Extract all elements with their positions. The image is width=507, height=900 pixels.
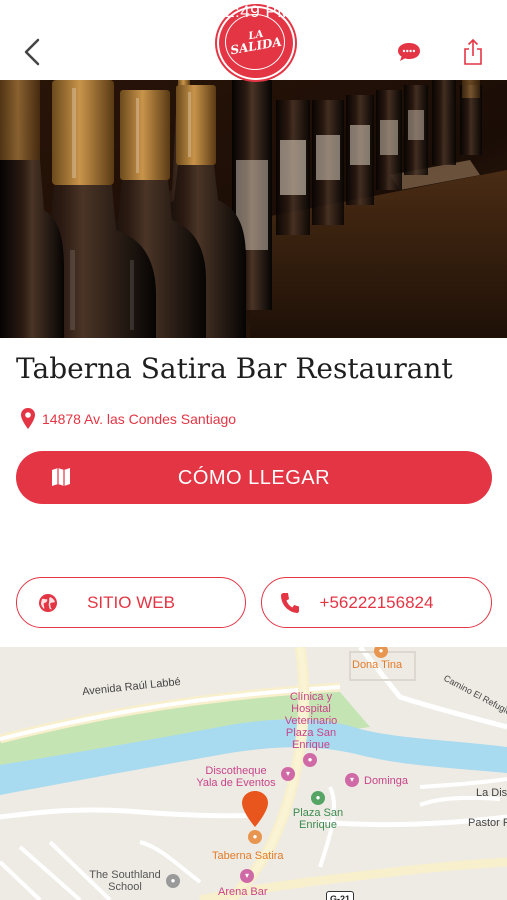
poi-label-line: Yala de Eventos (196, 777, 276, 789)
vet-poi-icon[interactable]: ● (303, 753, 317, 767)
venue-address-row[interactable]: 14878 Av. las Condes Santiago (20, 406, 236, 432)
venue-address: 14878 Av. las Condes Santiago (42, 411, 237, 427)
school-poi-icon[interactable]: ● (166, 874, 180, 888)
poi-label-line: Clínica y (289, 691, 333, 703)
wine-bottles-image (0, 80, 507, 338)
directions-button[interactable]: CÓMO LLEGAR (16, 451, 492, 504)
park-poi-icon[interactable]: ● (311, 791, 325, 805)
road-shield: G-21 (326, 891, 354, 900)
poi-label-line: Discotheque (205, 765, 267, 777)
hero-photo (0, 80, 507, 338)
venue-title: Taberna Satira Bar Restaurant (16, 352, 453, 385)
poi-label-line: Enrique (299, 819, 337, 831)
poi-label-school: The Southland School (80, 869, 170, 893)
directions-label: CÓMO LLEGAR (177, 467, 331, 489)
poi-label-line: School (108, 881, 142, 893)
location-pin-icon (21, 408, 35, 429)
bar-poi-icon[interactable]: ▾ (345, 773, 359, 787)
top-bar: 12:49 PM LA SALIDA (0, 0, 507, 80)
poi-label-disco: Discotheque Yala de Eventos (186, 765, 286, 789)
poi-label-line: Enrique (292, 739, 330, 751)
road-label: La Dis (476, 787, 507, 799)
chat-bubble-icon[interactable] (396, 40, 422, 64)
poi-label: Arena Bar (218, 886, 268, 898)
website-label: SITIO WEB (87, 593, 175, 612)
chevron-left-icon[interactable] (18, 32, 48, 72)
poi-label-plaza: Plaza San Enrique (290, 807, 346, 831)
poi-label: Dona Tina (352, 659, 403, 671)
share-icon[interactable] (462, 38, 484, 66)
restaurant-poi-icon[interactable]: ● (248, 830, 262, 844)
poi-label-line: The Southland (89, 869, 161, 881)
phone-label: +56222156824 (319, 593, 434, 612)
call-button[interactable]: +56222156824 (261, 577, 492, 628)
website-button[interactable]: SITIO WEB (16, 577, 246, 628)
poi-label-line: Veterinario (284, 715, 338, 727)
status-time: 12:49 PM (215, 2, 292, 21)
selected-location-marker-icon[interactable] (241, 790, 269, 828)
road-label: Pastor F (468, 817, 507, 829)
poi-label: Dominga (364, 775, 409, 787)
poi-label-clinic: Clínica y Hospital Veterinario Plaza San… (276, 691, 346, 751)
poi-label-line: Plaza San (292, 807, 344, 819)
location-map[interactable]: Avenida Raúl Labbé Camino El Refugio La … (0, 647, 507, 900)
poi-label-selected: Taberna Satira (212, 850, 284, 862)
bar-poi-icon[interactable]: ▾ (240, 869, 254, 883)
poi-label-line: Hospital (291, 703, 331, 715)
poi-label-line: Plaza San (285, 727, 337, 739)
bar-poi-icon[interactable]: ▾ (281, 767, 295, 781)
